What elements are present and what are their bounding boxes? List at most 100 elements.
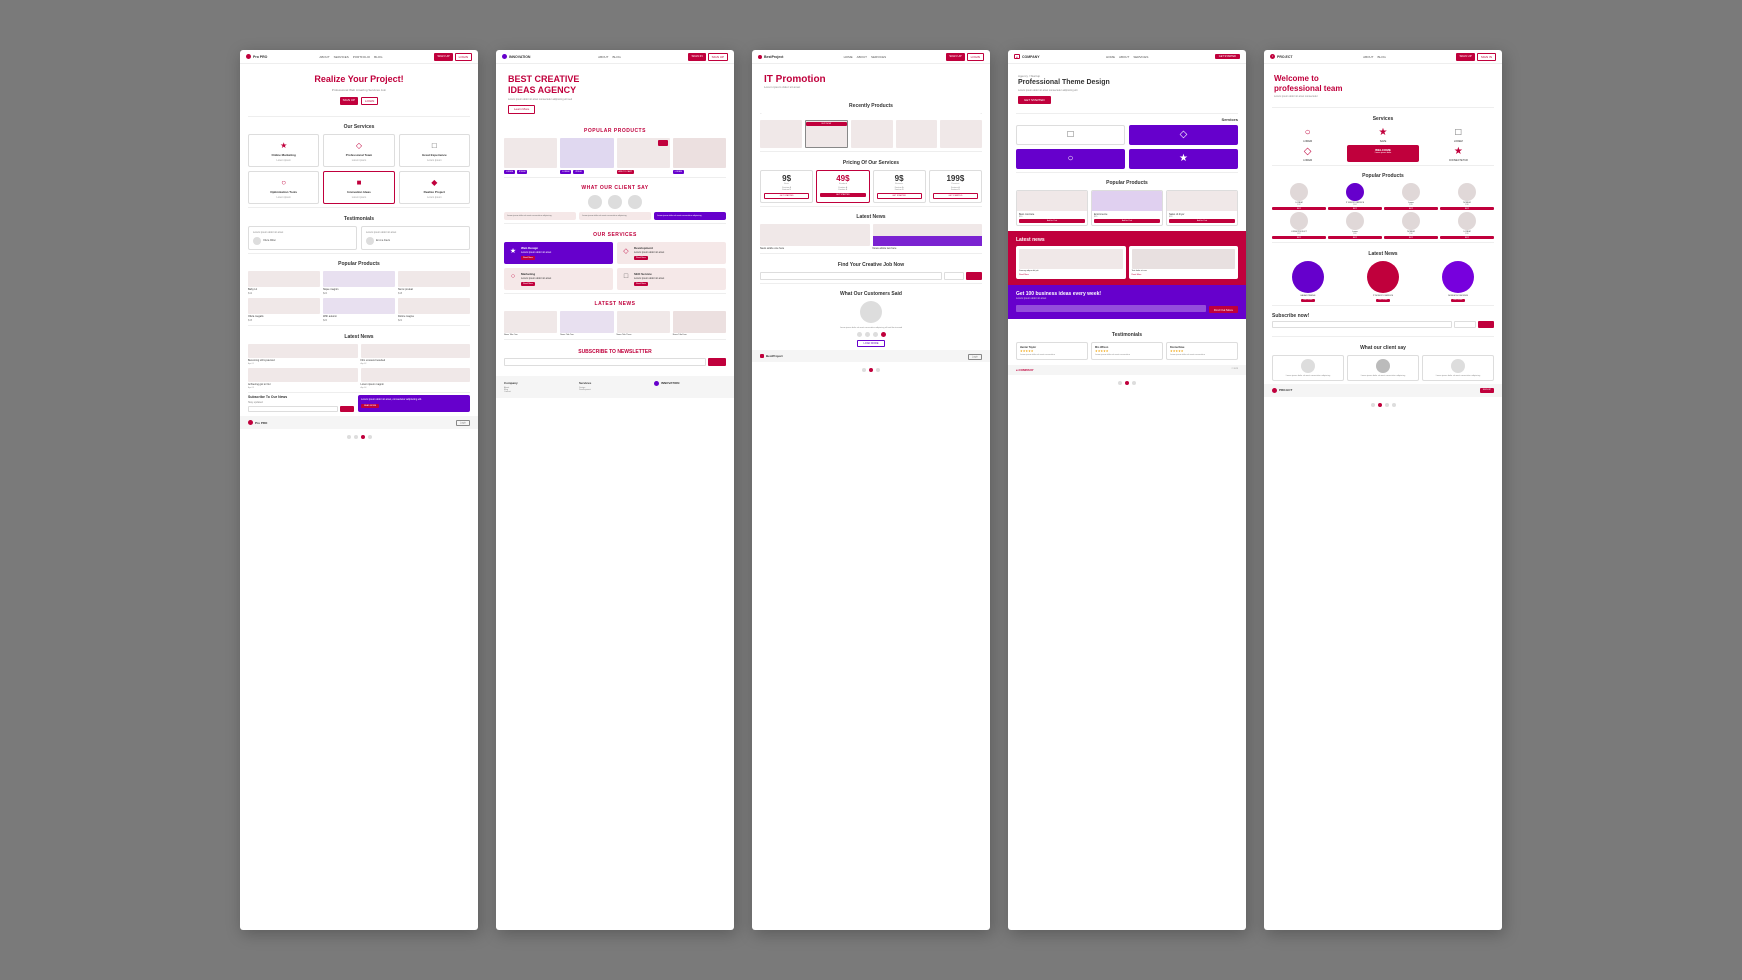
- cust-dot-2[interactable]: [865, 332, 870, 337]
- login-btn-5[interactable]: SIGN IN: [1477, 53, 1496, 61]
- job-select-3[interactable]: [944, 272, 964, 280]
- get-started-standard[interactable]: GET STARTED: [820, 193, 865, 197]
- dot-4a[interactable]: [1118, 381, 1122, 385]
- sub-input-2[interactable]: [504, 358, 706, 366]
- login-btn-1[interactable]: LOGIN: [455, 53, 472, 61]
- pp5-btn-1[interactable]: BUY: [1272, 207, 1326, 210]
- recently-next-3[interactable]: →: [980, 113, 982, 115]
- get-started-premium[interactable]: GET STARTED: [933, 193, 978, 199]
- nav-about-1[interactable]: ABOUT: [319, 55, 329, 59]
- lnews-readmore-4-2[interactable]: Read More: [1132, 274, 1142, 276]
- cust-dot-4[interactable]: [881, 332, 886, 337]
- dot-1d[interactable]: [368, 435, 372, 439]
- nav-services-1[interactable]: SERVICES: [334, 55, 349, 59]
- nav-bar-1: Pro PRO ABOUT SERVICES PORTFOLIO BLOG SI…: [240, 50, 478, 64]
- read-more-svc-4[interactable]: Read More: [634, 282, 648, 286]
- nav-logo-2: INNOVATION: [502, 54, 530, 59]
- nav-links-2: ABOUT BLOG: [598, 55, 621, 59]
- get-started-nav-4[interactable]: GET STARTED: [1215, 54, 1240, 59]
- dot-3c[interactable]: [876, 368, 880, 372]
- tag-purple-3: LOREM: [560, 170, 571, 174]
- dot-1b[interactable]: [354, 435, 358, 439]
- dot-5d[interactable]: [1392, 403, 1396, 407]
- service-label-4: Optimization Tools: [270, 190, 297, 194]
- dot-5c[interactable]: [1385, 403, 1389, 407]
- nav-about-4[interactable]: ABOUT: [1119, 55, 1129, 59]
- learn-more-btn-2[interactable]: Learn More: [508, 105, 535, 114]
- nav-about-3[interactable]: ABOUT: [857, 55, 867, 59]
- sub5-select[interactable]: [1454, 321, 1476, 328]
- job-input-3[interactable]: [760, 272, 942, 280]
- job-search-btn-3[interactable]: [966, 272, 982, 280]
- dot-1c[interactable]: [361, 435, 365, 439]
- footer-link-2b2[interactable]: Development: [579, 389, 651, 391]
- hero-signup-1[interactable]: SIGN UP: [340, 97, 358, 105]
- signup-btn-5[interactable]: SIGN UP: [1456, 53, 1474, 61]
- cust-dot-3[interactable]: [873, 332, 878, 337]
- dot-4b[interactable]: [1125, 381, 1129, 385]
- ln5-title: Latest News: [1272, 251, 1494, 257]
- pp5-btn-8[interactable]: BUY: [1440, 236, 1494, 239]
- nav-logo-5: P PRO.ECT: [1270, 54, 1293, 59]
- signup-btn-2[interactable]: SIGN IN: [688, 53, 705, 61]
- products-grid-1: Baby Lit $12 Nique magnin $24 Numc pretu…: [240, 271, 478, 322]
- pp5-btn-7[interactable]: BUY: [1384, 236, 1438, 239]
- sub-btn-2[interactable]: [708, 358, 726, 366]
- read-more-btn-1[interactable]: READ MORE: [361, 404, 379, 408]
- nav-about-5[interactable]: ABOUT: [1363, 55, 1373, 59]
- dot-3a[interactable]: [862, 368, 866, 372]
- load-more-btn-3[interactable]: LOAD MORE: [857, 340, 884, 347]
- pp5-btn-3[interactable]: BUY: [1384, 207, 1438, 210]
- pp-add-4-1[interactable]: Add to Cart: [1019, 219, 1085, 223]
- subscribe-btn-1[interactable]: [340, 406, 354, 412]
- nav-portfolio-1[interactable]: PORTFOLIO: [353, 55, 370, 59]
- signup-btn-1[interactable]: SIGN UP: [434, 53, 452, 61]
- nav-home-3[interactable]: HOME: [844, 55, 853, 59]
- footer-login-btn[interactable]: Login: [456, 420, 470, 426]
- dot-5b[interactable]: [1378, 403, 1382, 407]
- pp-add-4-2[interactable]: Add to Cart: [1094, 219, 1160, 223]
- footer-link-2a3[interactable]: Contact: [504, 391, 576, 393]
- ln5-btn-3[interactable]: BROWSE: [1451, 299, 1466, 302]
- pp5-btn-2[interactable]: BUY: [1328, 207, 1382, 210]
- dot-5a[interactable]: [1371, 403, 1375, 407]
- pp-add-4-3[interactable]: Add to Cart: [1169, 219, 1235, 223]
- login-btn-3[interactable]: LOGIN: [967, 53, 984, 61]
- ideas-input-4[interactable]: [1016, 305, 1206, 312]
- dot-1a[interactable]: [347, 435, 351, 439]
- nav-blog-5[interactable]: BLOG: [1378, 55, 1386, 59]
- get-started-business[interactable]: GET STARTED: [877, 193, 922, 199]
- footer-login-btn-3[interactable]: Login: [968, 354, 982, 360]
- sub5-btn[interactable]: [1478, 321, 1494, 328]
- dot-4c[interactable]: [1132, 381, 1136, 385]
- ln5-btn-1[interactable]: BROWSE: [1301, 299, 1316, 302]
- dot-3b[interactable]: [869, 368, 873, 372]
- nav-blog-2[interactable]: BLOG: [612, 55, 620, 59]
- signup-btn-3[interactable]: SIGN UP: [946, 53, 964, 61]
- cust-dot-1[interactable]: [857, 332, 862, 337]
- pp5-btn-4[interactable]: BUY: [1440, 207, 1494, 210]
- nav-about-2[interactable]: ABOUT: [598, 55, 608, 59]
- pp5-btn-6[interactable]: BUY: [1328, 236, 1382, 239]
- lnews-readmore-4-1[interactable]: Read More: [1019, 274, 1029, 276]
- nav-blog-1[interactable]: BLOG: [374, 55, 382, 59]
- nav-services-3[interactable]: SERVICES: [871, 55, 886, 59]
- buy-now-btn-3[interactable]: BUY NOW: [806, 122, 848, 126]
- sub5-input[interactable]: [1272, 321, 1452, 328]
- find-out-btn-4[interactable]: Find Out More: [1209, 306, 1238, 313]
- nav-bar-3: BestProject HOME ABOUT SERVICES SIGN UP …: [752, 50, 990, 64]
- read-more-svc-3[interactable]: Read More: [521, 282, 535, 286]
- read-more-svc-1[interactable]: Read More: [521, 256, 535, 260]
- nav-home-4[interactable]: HOME: [1106, 55, 1115, 59]
- nav-services-4[interactable]: SERVICES: [1133, 55, 1148, 59]
- get-started-basic[interactable]: GET STARTED: [764, 193, 809, 199]
- email-input-1[interactable]: [248, 406, 338, 412]
- footer-signup-5[interactable]: SIGN UP: [1480, 388, 1494, 393]
- login-btn-2[interactable]: SIGN UP: [708, 53, 728, 61]
- read-more-svc-2[interactable]: Read More: [634, 256, 648, 260]
- pp5-btn-5[interactable]: BUY: [1272, 236, 1326, 239]
- recently-prev-3[interactable]: ←: [760, 113, 762, 115]
- hero-login-1[interactable]: LOGIN: [361, 97, 378, 105]
- ln5-btn-2[interactable]: BROWSE: [1376, 299, 1391, 302]
- get-started-btn-4[interactable]: GET STARTED: [1018, 96, 1051, 104]
